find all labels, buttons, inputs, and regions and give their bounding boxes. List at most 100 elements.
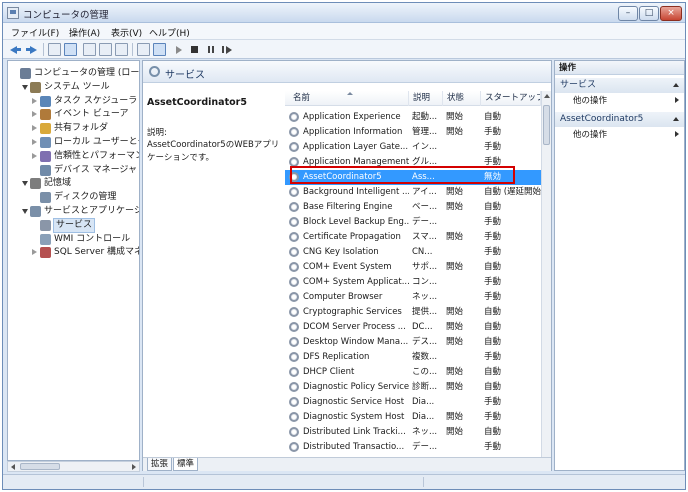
show-tree-icon[interactable]: [64, 43, 77, 56]
service-row[interactable]: DHCP Client この... 開始 自動: [285, 365, 541, 380]
actions-section-assetcoordinator[interactable]: AssetCoordinator5: [555, 112, 684, 127]
properties-icon[interactable]: [83, 43, 96, 56]
menu-view[interactable]: 表示(V): [111, 26, 142, 39]
service-gear-icon: [289, 247, 299, 257]
minimize-button[interactable]: –: [618, 6, 638, 21]
tree-item[interactable]: サービス: [8, 217, 139, 233]
service-startup-cell: 手動: [484, 232, 502, 242]
up-folder-icon[interactable]: [48, 43, 61, 56]
actions-section-services[interactable]: サービス: [555, 78, 684, 93]
service-desc-cell: デー...: [412, 217, 438, 227]
collapsed-arrow-icon[interactable]: [32, 125, 37, 132]
collapsed-arrow-icon[interactable]: [32, 139, 37, 145]
service-row[interactable]: DCOM Server Process ... DC... 開始 自動: [285, 320, 541, 335]
scroll-up-icon[interactable]: [544, 94, 550, 98]
tree-item[interactable]: コンピュータの管理 (ローカル): [8, 67, 139, 80]
scroll-right-icon[interactable]: [132, 464, 136, 470]
close-button[interactable]: ×: [660, 6, 682, 21]
collapsed-arrow-icon[interactable]: [32, 97, 37, 104]
tree-item[interactable]: WMI コントロール: [8, 233, 139, 246]
stop-service-icon[interactable]: [188, 43, 201, 56]
service-name-cell: DCOM Server Process ...: [303, 322, 406, 332]
tree-item[interactable]: システム ツール: [8, 81, 139, 94]
service-row[interactable]: CNG Key Isolation CN... 手動: [285, 245, 541, 260]
service-row[interactable]: Desktop Window Mana... デス... 開始 自動: [285, 335, 541, 350]
service-row[interactable]: Application Experience 起動... 開始 自動: [285, 110, 541, 125]
tab-extended[interactable]: 拡張: [147, 458, 173, 471]
menu-file[interactable]: ファイル(F): [11, 26, 59, 39]
action-more-actions[interactable]: 他の操作: [573, 128, 684, 142]
expanded-arrow-icon[interactable]: [22, 181, 28, 187]
tree-item[interactable]: SQL Server 構成マネージャ: [8, 246, 139, 259]
service-row[interactable]: Application Layer Gate... イン... 手動: [285, 140, 541, 155]
tree-item-label: タスク スケジューラ: [54, 95, 138, 106]
collapse-icon[interactable]: [673, 117, 679, 121]
service-gear-icon: [289, 112, 299, 122]
scroll-left-icon[interactable]: [11, 464, 15, 470]
service-row[interactable]: Distributed Transactio... デー... 手動: [285, 440, 541, 455]
export-list-icon[interactable]: [115, 43, 128, 56]
tree-item[interactable]: デバイス マネージャ: [8, 164, 139, 177]
start-service-icon[interactable]: [172, 43, 185, 56]
collapsed-arrow-icon[interactable]: [32, 152, 37, 159]
service-row[interactable]: Application Information 管理... 開始 手動: [285, 125, 541, 140]
service-gear-icon: [289, 442, 299, 452]
tree-item[interactable]: 記憶域: [8, 177, 139, 190]
service-row[interactable]: COM+ Event System サポ... 開始 自動: [285, 260, 541, 275]
service-row[interactable]: Block Level Backup Eng... デー... 手動: [285, 215, 541, 230]
menu-help[interactable]: ヘルプ(H): [149, 26, 190, 39]
column-header-status[interactable]: 状態: [443, 91, 481, 106]
service-startup-cell: 手動: [484, 442, 502, 452]
show-action-pane-icon[interactable]: [153, 43, 166, 56]
service-row[interactable]: Certificate Propagation スマ... 開始 手動: [285, 230, 541, 245]
expanded-arrow-icon[interactable]: [22, 209, 28, 214]
service-row[interactable]: COM+ System Applicat... コン... 手動: [285, 275, 541, 290]
sort-ascending-icon: [347, 92, 353, 95]
service-row[interactable]: Background Intelligent ... アイ... 開始 自動 (遅延開…: [285, 185, 541, 200]
pause-service-icon[interactable]: [204, 43, 217, 56]
tree-item[interactable]: 信頼性とパフォーマンス: [8, 150, 139, 163]
restart-service-icon[interactable]: [220, 43, 233, 56]
tree-item[interactable]: サービスとアプリケーション: [8, 205, 139, 218]
help-icon[interactable]: [137, 43, 150, 56]
window-title: コンピュータの管理: [23, 10, 109, 21]
tab-standard[interactable]: 標準: [173, 458, 199, 471]
refresh-icon[interactable]: [99, 43, 112, 56]
tree-item[interactable]: ディスクの管理: [8, 191, 139, 204]
collapsed-arrow-icon[interactable]: [32, 249, 37, 256]
menu-action[interactable]: 操作(A): [69, 26, 100, 39]
column-header-startup[interactable]: スタートアップ: [481, 91, 541, 106]
service-row[interactable]: Diagnostic System Host Dia... 開始 手動: [285, 410, 541, 425]
service-status-cell: 開始: [446, 262, 464, 272]
scroll-thumb[interactable]: [20, 463, 60, 470]
maximize-button[interactable]: □: [639, 6, 659, 21]
service-row[interactable]: DFS Replication 複数... 手動: [285, 350, 541, 365]
column-header-name[interactable]: 名前: [289, 91, 409, 106]
scroll-thumb[interactable]: [543, 105, 550, 145]
tree-item[interactable]: タスク スケジューラ: [8, 95, 139, 108]
service-detail-panel: AssetCoordinator5 説明: AssetCoordinator5の…: [143, 83, 285, 457]
service-row[interactable]: Diagnostic Policy Service 診断... 開始 自動: [285, 380, 541, 395]
column-header-description[interactable]: 説明: [409, 91, 443, 106]
action-more-actions[interactable]: 他の操作: [573, 94, 684, 108]
tree-item-label: SQL Server 構成マネージャ: [54, 247, 139, 258]
forward-arrow-icon[interactable]: [25, 43, 38, 56]
service-row[interactable]: Distributed Link Tracki... ネッ... 開始 自動: [285, 425, 541, 440]
service-status-cell: 開始: [446, 322, 464, 332]
service-desc-cell: コン...: [412, 277, 438, 287]
back-arrow-icon[interactable]: [9, 43, 22, 56]
service-row[interactable]: Base Filtering Engine ベー... 開始 自動: [285, 200, 541, 215]
expanded-arrow-icon[interactable]: [22, 84, 28, 90]
services-vertical-scrollbar[interactable]: [541, 91, 551, 457]
tree-item[interactable]: イベント ビューア: [8, 108, 139, 121]
tree-horizontal-scrollbar[interactable]: [7, 461, 140, 472]
collapsed-arrow-icon[interactable]: [32, 111, 37, 118]
service-row[interactable]: Computer Browser ネッ... 手動: [285, 290, 541, 305]
collapse-icon[interactable]: [673, 83, 679, 87]
service-row[interactable]: Diagnostic Service Host Dia... 手動: [285, 395, 541, 410]
service-gear-icon: [289, 337, 299, 347]
tree-item[interactable]: ローカル ユーザーとグループ: [8, 136, 139, 149]
service-row[interactable]: Cryptographic Services 提供... 開始 自動: [285, 305, 541, 320]
service-startup-cell: 自動: [484, 427, 502, 437]
tree-item[interactable]: 共有フォルダ: [8, 122, 139, 135]
